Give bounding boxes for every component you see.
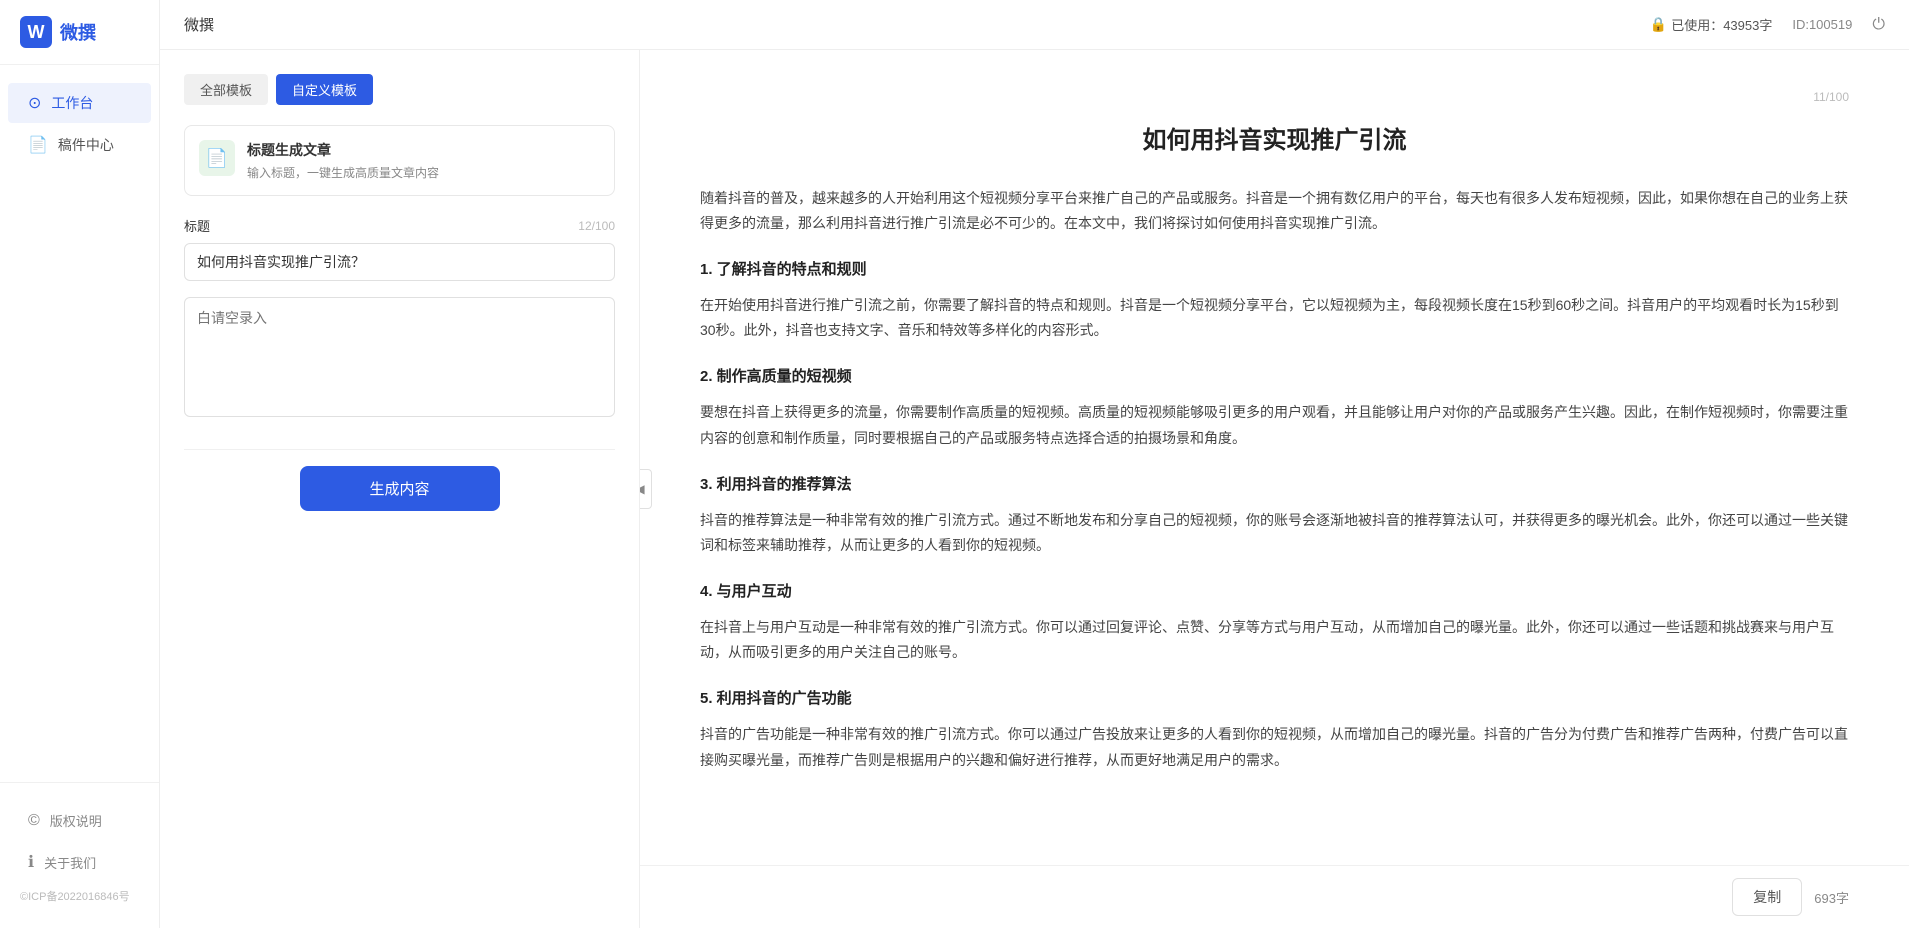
sidebar-item-about[interactable]: ℹ 关于我们 — [8, 842, 151, 882]
usage-label: 已使用：43953字 — [1671, 15, 1772, 34]
sidebar-item-copyright[interactable]: © 版权说明 — [8, 801, 151, 840]
topbar-id: ID:100519 — [1792, 17, 1852, 32]
main-content: 微撰 🔒 已使用：43953字 ID:100519 ⏻ 全部模板 自定义模板 📄… — [160, 0, 1909, 928]
about-label: 关于我们 — [44, 853, 96, 872]
form-label-title: 标题 12/100 — [184, 216, 615, 235]
workbench-icon: ⊙ — [28, 93, 41, 113]
template-card[interactable]: 📄 标题生成文章 输入标题，一键生成高质量文章内容 — [184, 125, 615, 196]
left-panel: 全部模板 自定义模板 📄 标题生成文章 输入标题，一键生成高质量文章内容 标题 … — [160, 50, 640, 928]
word-count: 693字 — [1814, 888, 1849, 907]
title-label: 标题 — [184, 216, 210, 235]
article-title: 如何用抖音实现推广引流 — [700, 124, 1849, 158]
copyright-icon: © — [28, 812, 40, 830]
sidebar: W 微撰 ⊙ 工作台 📄 稿件中心 © 版权说明 ℹ 关于我们 ©ICP备202… — [0, 0, 160, 928]
section-heading-4: 4. 与用户互动 — [700, 578, 1849, 605]
section-text-2: 要想在抖音上获得更多的流量，你需要制作高质量的短视频。高质量的短视频能够吸引更多… — [700, 400, 1849, 450]
article-container: 11/100 如何用抖音实现推广引流 随着抖音的普及，越来越多的人开始利用这个短… — [640, 50, 1909, 865]
template-title: 标题生成文章 — [247, 140, 600, 160]
drafts-icon: 📄 — [28, 135, 48, 155]
drafts-label: 稿件中心 — [58, 135, 114, 155]
topbar-title: 微撰 — [184, 14, 214, 35]
about-icon: ℹ — [28, 852, 34, 872]
copy-button[interactable]: 复制 — [1732, 878, 1802, 916]
nav-bottom: © 版权说明 ℹ 关于我们 ©ICP备2022016846号 — [0, 782, 159, 928]
usage-lock-icon: 🔒 — [1650, 16, 1667, 33]
logo-icon: W — [20, 16, 52, 48]
tab-row: 全部模板 自定义模板 — [184, 74, 615, 105]
topbar: 微撰 🔒 已使用：43953字 ID:100519 ⏻ — [160, 0, 1909, 50]
tab-all-templates[interactable]: 全部模板 — [184, 74, 268, 105]
sidebar-item-workbench[interactable]: ⊙ 工作台 — [8, 83, 151, 123]
template-desc: 输入标题，一键生成高质量文章内容 — [247, 164, 600, 181]
form-section-content — [184, 297, 615, 417]
content-area: 全部模板 自定义模板 📄 标题生成文章 输入标题，一键生成高质量文章内容 标题 … — [160, 50, 1909, 928]
sidebar-item-drafts[interactable]: 📄 稿件中心 — [8, 125, 151, 165]
logo-area: W 微撰 — [0, 0, 159, 65]
section-heading-1: 1. 了解抖音的特点和规则 — [700, 256, 1849, 283]
logo-text: 微撰 — [60, 19, 96, 45]
section-heading-3: 3. 利用抖音的推荐算法 — [700, 471, 1849, 498]
divider — [184, 449, 615, 450]
title-input[interactable] — [184, 243, 615, 281]
section-text-5: 抖音的广告功能是一种非常有效的推广引流方式。你可以通过广告投放来让更多的人看到你… — [700, 722, 1849, 772]
section-text-4: 在抖音上与用户互动是一种非常有效的推广引流方式。你可以通过回复评论、点赞、分享等… — [700, 615, 1849, 665]
article-body: 随着抖音的普及，越来越多的人开始利用这个短视频分享平台来推广自己的产品或服务。抖… — [700, 186, 1849, 773]
form-section-title: 标题 12/100 — [184, 216, 615, 281]
page-info: 11/100 — [700, 90, 1849, 104]
nav-section: ⊙ 工作台 📄 稿件中心 — [0, 65, 159, 782]
copyright-label: 版权说明 — [50, 811, 102, 830]
topbar-right: 🔒 已使用：43953字 ID:100519 ⏻ — [1650, 15, 1885, 34]
template-info: 标题生成文章 输入标题，一键生成高质量文章内容 — [247, 140, 600, 181]
section-text-3: 抖音的推荐算法是一种非常有效的推广引流方式。通过不断地发布和分享自己的短视频，你… — [700, 508, 1849, 558]
section-heading-2: 2. 制作高质量的短视频 — [700, 363, 1849, 390]
collapse-button[interactable]: ◀ — [640, 469, 652, 509]
right-panel: ◀ 11/100 如何用抖音实现推广引流 随着抖音的普及，越来越多的人开始利用这… — [640, 50, 1909, 928]
tab-custom-templates[interactable]: 自定义模板 — [276, 74, 373, 105]
power-icon[interactable]: ⏻ — [1872, 16, 1885, 34]
workbench-label: 工作台 — [51, 93, 93, 113]
section-heading-5: 5. 利用抖音的广告功能 — [700, 685, 1849, 712]
template-icon: 📄 — [199, 140, 235, 176]
title-count: 12/100 — [578, 219, 615, 233]
topbar-usage: 🔒 已使用：43953字 — [1650, 15, 1773, 34]
content-textarea[interactable] — [184, 297, 615, 417]
article-footer: 复制 693字 — [640, 865, 1909, 928]
section-text-1: 在开始使用抖音进行推广引流之前，你需要了解抖音的特点和规则。抖音是一个短视频分享… — [700, 293, 1849, 343]
generate-button[interactable]: 生成内容 — [300, 466, 500, 511]
article-intro: 随着抖音的普及，越来越多的人开始利用这个短视频分享平台来推广自己的产品或服务。抖… — [700, 186, 1849, 236]
icp-text: ©ICP备2022016846号 — [0, 884, 159, 912]
